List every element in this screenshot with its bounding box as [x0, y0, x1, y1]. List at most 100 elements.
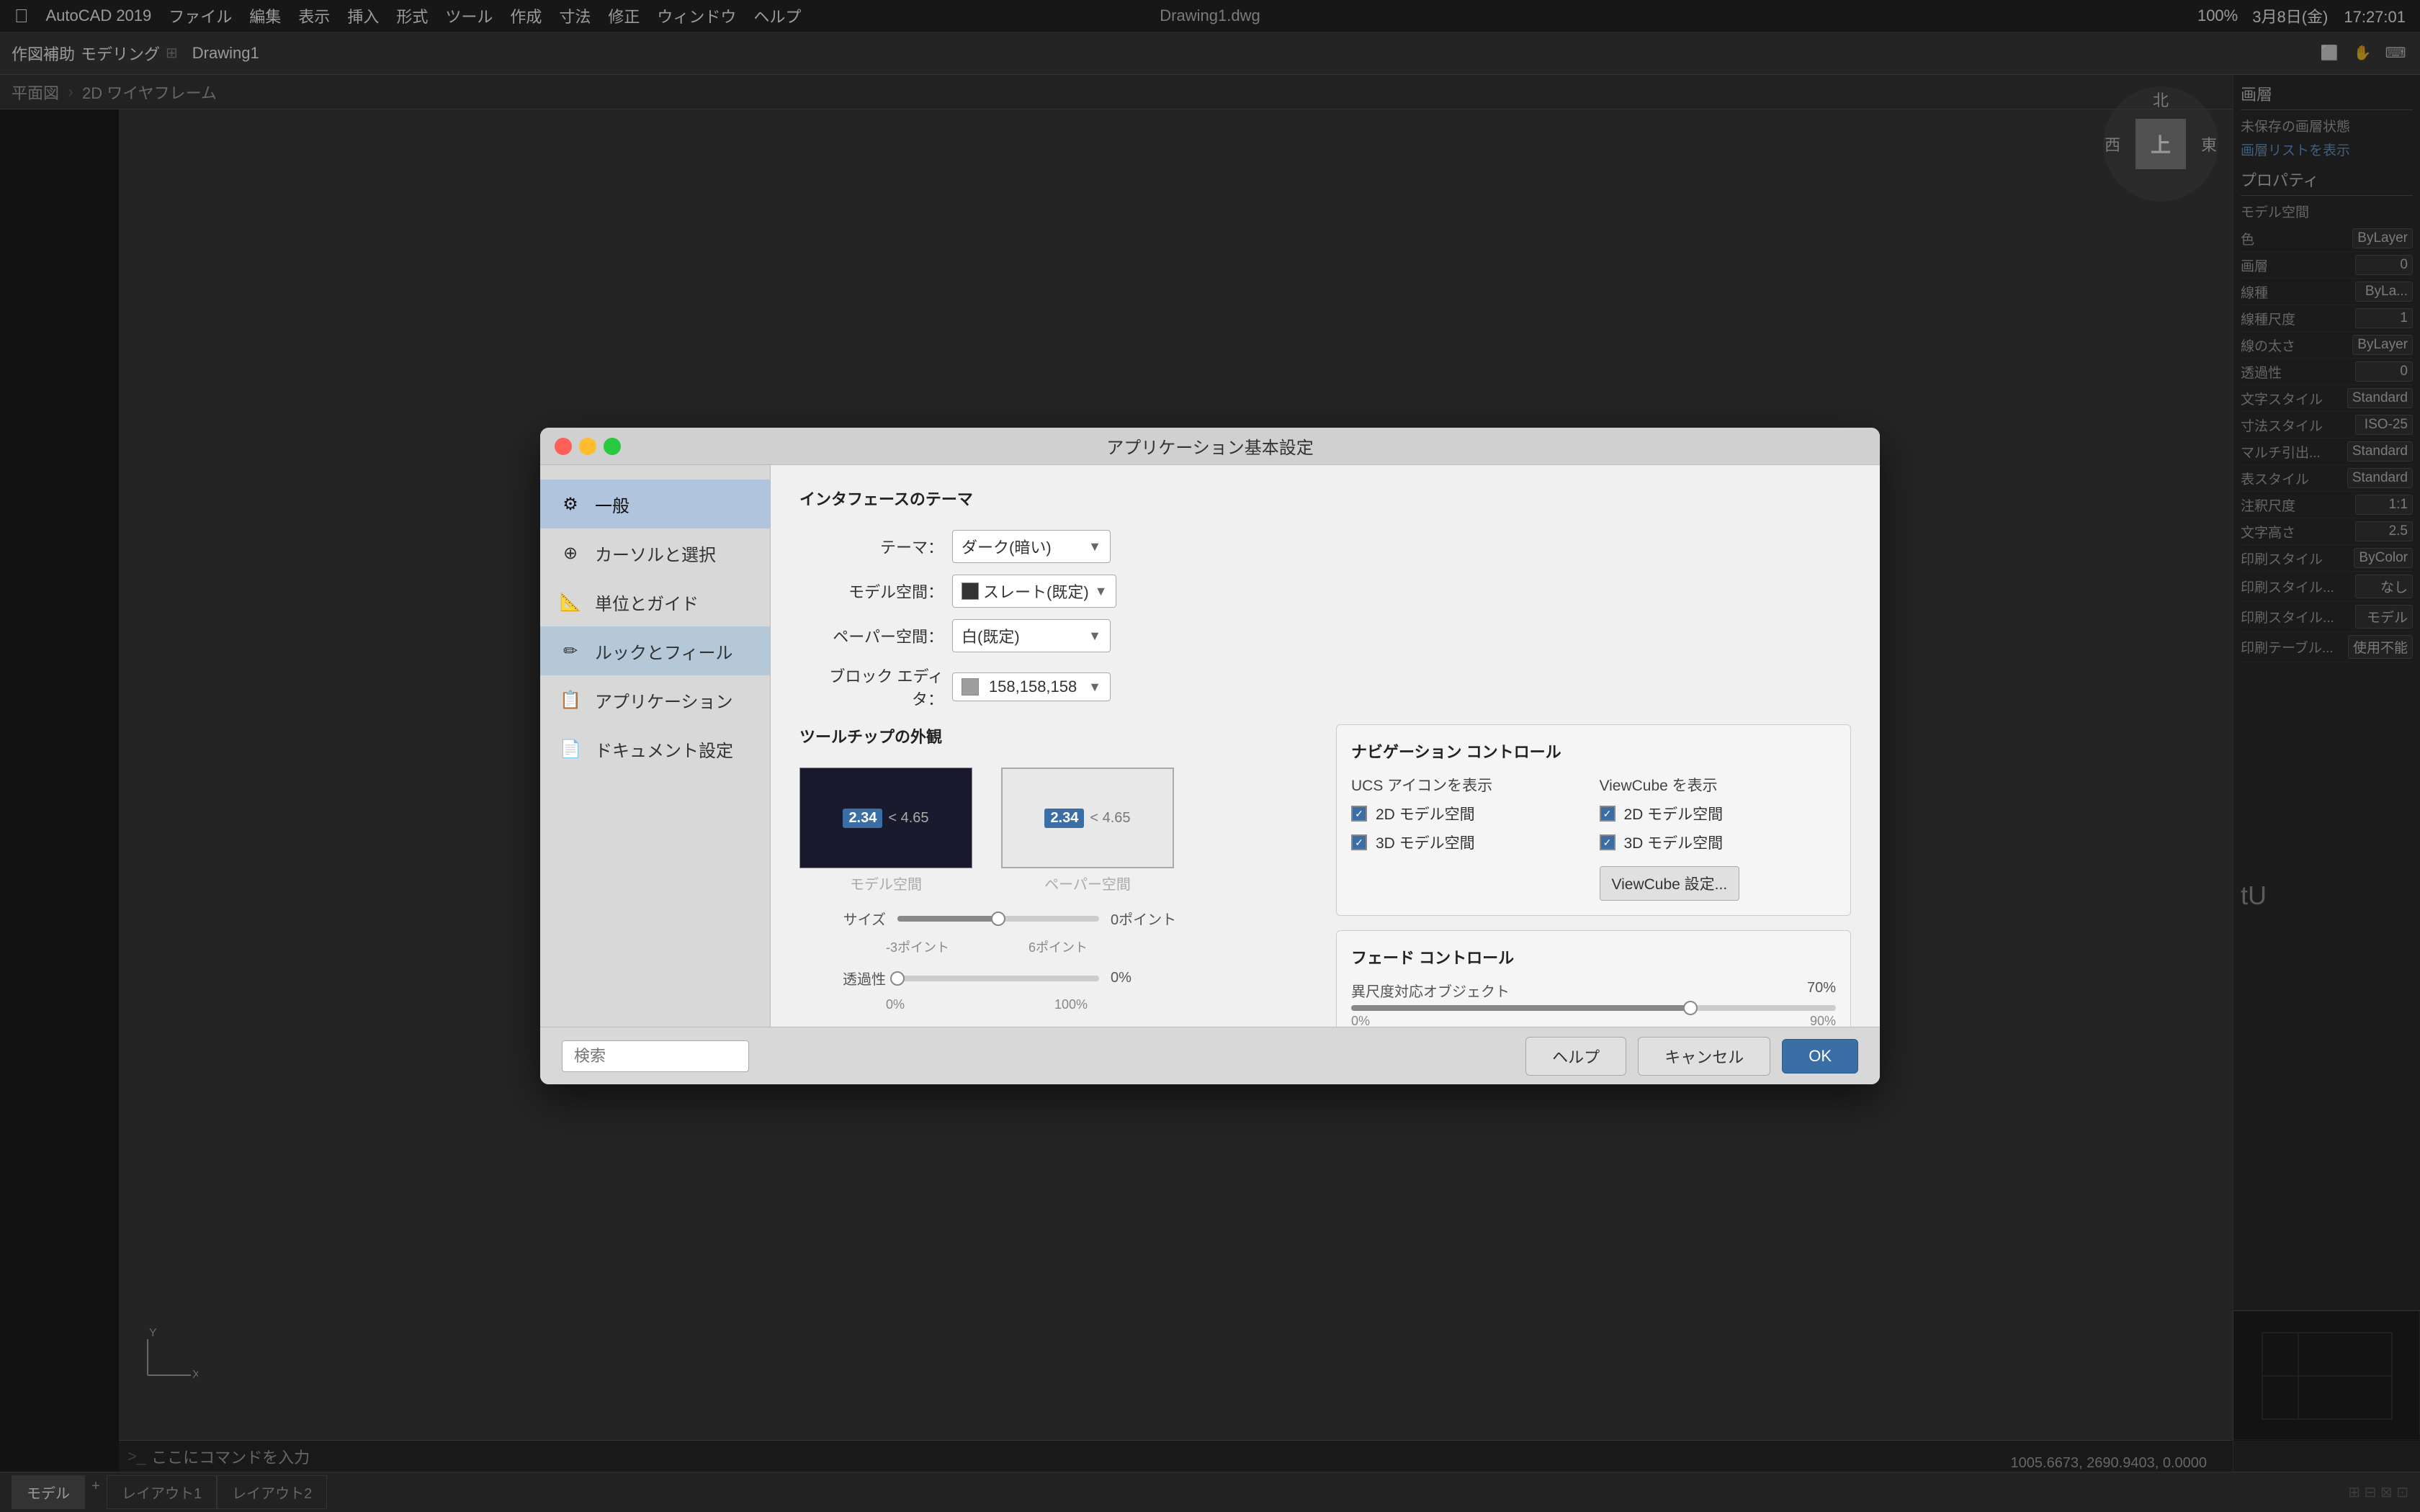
- document-icon: 📄: [557, 736, 583, 762]
- tooltip-preview-row: 2.34 < 4.65 モデル空間 2.34: [799, 768, 1314, 894]
- nav-units[interactable]: 📐 単位とガイド: [540, 577, 770, 626]
- ucs-col: UCS アイコンを表示 ✓ 2D モデル空間 ✓ 3D モデル空間: [1351, 774, 1588, 901]
- sliders-container: サイズ 0ポイント -3ポイント 6ポイント: [799, 908, 1314, 1012]
- model-space-row: モデル空間： スレート(既定) ▼: [799, 575, 1851, 608]
- viewcube-col: ViewCube を表示 ✓ 2D モデル空間 ✓ 3D モデル空間: [1600, 774, 1837, 901]
- ok-button[interactable]: OK: [1782, 1039, 1858, 1074]
- dialog-content: インタフェースのテーマ テーマ： ダーク(暗い) ▼ モデル空間： スレート(既…: [771, 465, 1880, 1027]
- paper-tooltip-number: 2.34: [1044, 809, 1084, 828]
- theme-value: ダーク(暗い): [962, 535, 1052, 558]
- transparency-slider-thumb[interactable]: [890, 971, 905, 986]
- nav-cursor[interactable]: ⊕ カーソルと選択: [540, 528, 770, 577]
- navigation-section: ナビゲーション コントロール UCS アイコンを表示 ✓ 2D モデル空間: [1336, 724, 1851, 916]
- close-button[interactable]: [555, 438, 572, 455]
- look-icon: ✏: [557, 638, 583, 664]
- nav-document[interactable]: 📄 ドキュメント設定: [540, 724, 770, 773]
- nav-fade-col: ナビゲーション コントロール UCS アイコンを表示 ✓ 2D モデル空間: [1336, 724, 1851, 1027]
- interface-section-title: インタフェースのテーマ: [799, 487, 1851, 516]
- nav-application-label: アプリケーション: [595, 688, 733, 713]
- viewcube-2d-label: 2D モデル空間: [1624, 803, 1724, 824]
- size-slider-row: サイズ 0ポイント: [799, 908, 1314, 929]
- transparency-slider-track[interactable]: [897, 976, 1099, 981]
- size-slider-fill: [897, 916, 998, 922]
- transparency-slider-label: 透過性: [799, 968, 886, 989]
- viewcube-3d-checkbox[interactable]: ✓: [1600, 834, 1615, 850]
- search-input[interactable]: [562, 1040, 749, 1072]
- theme-select[interactable]: ダーク(暗い) ▼: [952, 530, 1111, 563]
- model-tooltip-angle: < 4.65: [888, 810, 928, 827]
- block-editor-arrow: ▼: [1088, 680, 1101, 695]
- size-slider-track[interactable]: [897, 916, 1099, 922]
- minimize-button[interactable]: [579, 438, 596, 455]
- theme-row: テーマ： ダーク(暗い) ▼: [799, 530, 1851, 563]
- ucs-3d-checkbox[interactable]: ✓: [1351, 834, 1367, 850]
- general-icon: ⚙: [557, 491, 583, 517]
- dialog-body: ⚙ 一般 ⊕ カーソルと選択 📐 単位とガイド ✏ ルックとフィール 📋: [540, 465, 1880, 1027]
- xref-fade-range: 0% 90%: [1351, 1014, 1836, 1027]
- cancel-button[interactable]: キャンセル: [1638, 1037, 1770, 1076]
- nav-cursor-label: カーソルと選択: [595, 541, 716, 566]
- two-col-layout: ツールチップの外観 2.34 < 4.65: [799, 724, 1851, 1027]
- nav-document-label: ドキュメント設定: [595, 737, 733, 762]
- fade-section: フェード コントロール 異尺度対応オブジェクト 70%: [1336, 930, 1851, 1027]
- model-preview-label: モデル空間: [799, 873, 972, 894]
- viewcube-2d-checkbox[interactable]: ✓: [1600, 806, 1615, 822]
- xref-fade-thumb[interactable]: [1683, 1001, 1698, 1015]
- dialog-bottom: ヘルプ キャンセル OK: [540, 1027, 1880, 1084]
- size-max: 6ポイント: [1028, 937, 1088, 956]
- model-tooltip-number: 2.34: [843, 809, 882, 828]
- ucs-3d-row: ✓ 3D モデル空間: [1351, 832, 1588, 853]
- xref-fade-track[interactable]: [1351, 1005, 1836, 1011]
- viewcube-3d-row: ✓ 3D モデル空間: [1600, 832, 1837, 853]
- xref-fade-min: 0%: [1351, 1014, 1370, 1027]
- ucs-2d-row: ✓ 2D モデル空間: [1351, 803, 1588, 824]
- theme-label: テーマ：: [799, 535, 944, 558]
- size-slider-label: サイズ: [799, 908, 886, 929]
- dialog-nav: ⚙ 一般 ⊕ カーソルと選択 📐 単位とガイド ✏ ルックとフィール 📋: [540, 465, 771, 1027]
- xref-fade-value: 70%: [1807, 980, 1836, 1001]
- viewcube-3d-label: 3D モデル空間: [1624, 832, 1724, 853]
- preferences-dialog: アプリケーション基本設定 ⚙ 一般 ⊕ カーソルと選択 📐 単位とガイド: [540, 428, 1880, 1084]
- size-slider-range: -3ポイント 6ポイント: [886, 937, 1088, 956]
- xref-fade-header: 異尺度対応オブジェクト 70%: [1351, 980, 1836, 1001]
- size-min: -3ポイント: [886, 937, 949, 956]
- nav-look[interactable]: ✏ ルックとフィール: [540, 626, 770, 675]
- nav-general[interactable]: ⚙ 一般: [540, 480, 770, 528]
- paper-tooltip-angle: < 4.65: [1090, 810, 1130, 827]
- block-editor-swatch: [962, 678, 979, 696]
- model-space-select[interactable]: スレート(既定) ▼: [952, 575, 1116, 608]
- paper-space-label: ペーパー空間：: [799, 624, 944, 647]
- fade-section-title: フェード コントロール: [1351, 945, 1836, 968]
- paper-space-row: ペーパー空間： 白(既定) ▼: [799, 619, 1851, 652]
- nav-general-label: 一般: [595, 492, 629, 517]
- ucs-2d-label: 2D モデル空間: [1376, 803, 1475, 824]
- transparency-slider-range: 0% 100%: [886, 997, 1088, 1012]
- paper-space-select[interactable]: 白(既定) ▼: [952, 619, 1111, 652]
- ucs-3d-label: 3D モデル空間: [1376, 832, 1475, 853]
- maximize-button[interactable]: [604, 438, 621, 455]
- size-slider-value: 0ポイント: [1111, 908, 1176, 929]
- tooltip-col: ツールチップの外観 2.34 < 4.65: [799, 724, 1314, 1027]
- model-space-form-label: モデル空間：: [799, 580, 944, 603]
- tooltip-section-title: ツールチップの外観: [799, 724, 1314, 753]
- dialog-overlay: アプリケーション基本設定 ⚙ 一般 ⊕ カーソルと選択 📐 単位とガイド: [0, 0, 2420, 1512]
- model-space-value: スレート(既定): [983, 580, 1089, 603]
- paper-space-preview-box: 2.34 < 4.65: [1001, 768, 1174, 868]
- dialog-title: アプリケーション基本設定: [1106, 433, 1314, 459]
- block-editor-select[interactable]: 158,158,158 ▼: [952, 672, 1111, 701]
- help-button[interactable]: ヘルプ: [1525, 1037, 1626, 1076]
- paper-space-value: 白(既定): [962, 624, 1020, 647]
- block-editor-value: 158,158,158: [989, 678, 1077, 696]
- navigation-section-title: ナビゲーション コントロール: [1351, 739, 1836, 762]
- nav-units-label: 単位とガイド: [595, 590, 699, 615]
- viewcube-settings-btn[interactable]: ViewCube 設定...: [1600, 866, 1740, 901]
- model-space-preview-box: 2.34 < 4.65: [799, 768, 972, 868]
- nav-application[interactable]: 📋 アプリケーション: [540, 675, 770, 724]
- ucs-2d-checkbox[interactable]: ✓: [1351, 806, 1367, 822]
- model-preview-container: 2.34 < 4.65 モデル空間: [799, 768, 972, 894]
- size-slider-thumb[interactable]: [991, 912, 1005, 926]
- traffic-lights: [555, 438, 621, 455]
- units-icon: 📐: [557, 589, 583, 615]
- theme-arrow: ▼: [1088, 539, 1101, 554]
- paper-preview-label: ペーパー空間: [1001, 873, 1174, 894]
